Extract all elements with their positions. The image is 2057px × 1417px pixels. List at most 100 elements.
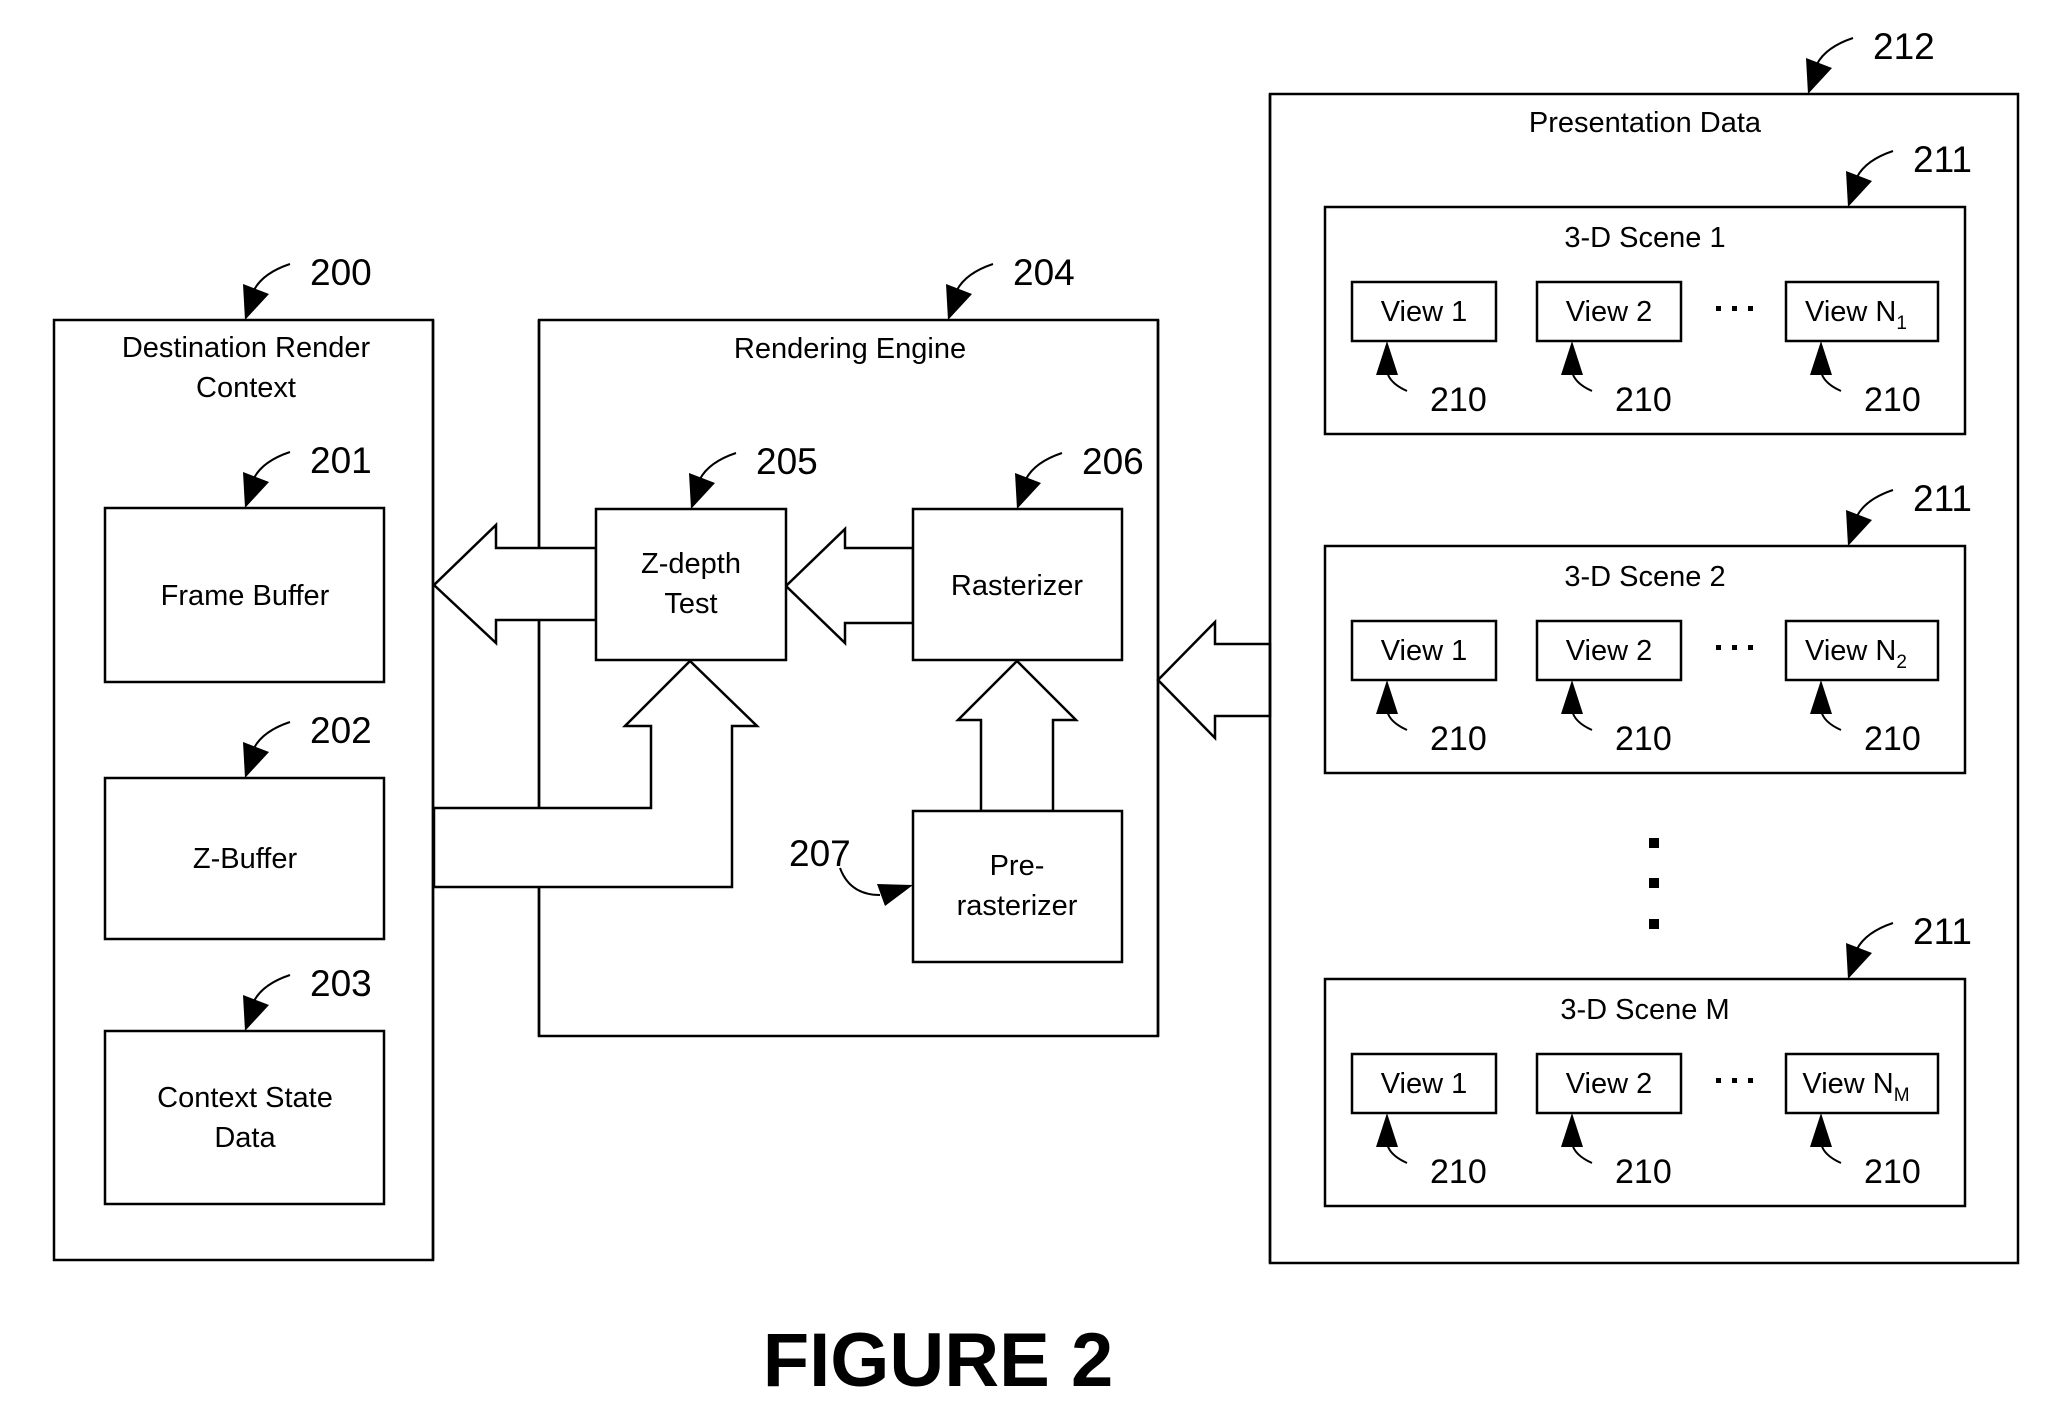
view-ref-number: 210 [1864, 720, 1921, 758]
scene-1: 3-D Scene 1 View 1 210 View 2 210 View N1 210 [1323, 205, 1967, 436]
rendering-engine-title: Rendering Engine [734, 333, 966, 365]
horizontal-ellipsis-dot [1716, 645, 1721, 650]
pre-rasterizer-box [911, 809, 1124, 964]
frame-buffer: Frame Buffer [103, 506, 386, 684]
pre-rasterizer-label-line2: rasterizer [957, 890, 1078, 922]
context-state-data: Context State Data [103, 1029, 386, 1206]
view-label: View 2 [1566, 296, 1653, 328]
view-label-text: View N [1805, 635, 1896, 667]
arrow-presentation-to-engine [1156, 618, 1272, 742]
z-depth-test-label-line1: Z-depth [641, 548, 741, 580]
presentation-data-title: Presentation Data [1529, 107, 1762, 139]
pointer-arrowhead-icon [1846, 171, 1872, 207]
view-label-text: View 1 [1381, 1068, 1468, 1100]
reference-number: 211 [1913, 911, 1972, 952]
view-subscript: M [1894, 1085, 1910, 1106]
context-state-data-box [103, 1029, 386, 1206]
view-label: View 2 [1566, 1068, 1653, 1100]
view-ref-number: 210 [1615, 1153, 1672, 1191]
view-subscript: 2 [1896, 652, 1907, 673]
pointer-arrowhead-icon [946, 284, 972, 320]
reference-number: 202 [310, 710, 372, 751]
destination-render-context-title-line1: Destination Render [122, 332, 371, 364]
scene-title: 3-D Scene 1 [1564, 222, 1725, 254]
pointer-leader [1856, 922, 1894, 950]
view-subscript: 1 [1896, 313, 1907, 334]
scene-title: 3-D Scene M [1560, 994, 1729, 1026]
scenes-group: 3-D Scene 1View 1210View 2210View N12103… [1323, 205, 1967, 1208]
frame-buffer-label: Frame Buffer [161, 580, 330, 612]
reference-pointer: 200 [243, 252, 372, 320]
rasterizer-label: Rasterizer [951, 570, 1083, 602]
reference-number: 211 [1913, 139, 1972, 180]
horizontal-ellipsis-dot [1732, 306, 1737, 311]
scene-title: 3-D Scene 2 [1564, 561, 1725, 593]
horizontal-ellipsis-dot [1748, 306, 1753, 311]
pointer-arrowhead-icon [1846, 943, 1872, 979]
figure-caption: FIGURE 2 [763, 1318, 1114, 1403]
view-label-text: View 2 [1566, 296, 1653, 328]
view-label-text: View N [1805, 296, 1896, 328]
reference-number: 200 [310, 252, 372, 293]
pointer-arrowhead-icon [1806, 58, 1832, 94]
horizontal-ellipsis-dot [1732, 645, 1737, 650]
horizontal-ellipsis-dot [1716, 1078, 1721, 1083]
reference-number: 205 [756, 441, 818, 482]
pointer-arrowhead-icon [243, 284, 269, 320]
view-label: View 2 [1566, 635, 1653, 667]
reference-pointer: 211 [1846, 478, 1972, 546]
z-buffer-label: Z-Buffer [193, 843, 298, 875]
figure-2-diagram: Destination Render Context Frame Buffer … [52, 26, 2020, 1403]
horizontal-ellipsis-dot [1748, 645, 1753, 650]
scene-2: 3-D Scene 2 View 1 210 View 2 210 View N2 210 [1323, 544, 1967, 775]
pointer-leader [1856, 150, 1894, 178]
context-state-data-label-line2: Data [214, 1122, 276, 1154]
horizontal-ellipsis-dot [1748, 1078, 1753, 1083]
view-label-text: View 1 [1381, 635, 1468, 667]
view-ref-number: 210 [1615, 381, 1672, 419]
pointer-leader [956, 263, 994, 291]
z-buffer: Z-Buffer [103, 776, 386, 941]
z-depth-test-label-line2: Test [664, 588, 717, 620]
presentation-data: Presentation Data 3-D Scene 1 View 1 210 Vi… [1268, 92, 2020, 1265]
horizontal-ellipsis-dot [1732, 1078, 1737, 1083]
view-label-text: View 2 [1566, 635, 1653, 667]
destination-render-context-title-line2: Context [196, 372, 296, 404]
view-label-text: View N [1802, 1068, 1893, 1100]
view-ref-number: 210 [1430, 381, 1487, 419]
reference-pointer: 204 [946, 252, 1075, 320]
view-label: View 1 [1381, 635, 1468, 667]
scene-3: 3-D Scene M View 1 210 View 2 210 View NM 210 [1323, 977, 1967, 1208]
reference-number: 211 [1913, 478, 1972, 519]
vertical-ellipsis-dot [1649, 919, 1659, 929]
view-ref-number: 210 [1864, 381, 1921, 419]
z-depth-test: Z-depth Test [594, 507, 788, 662]
context-state-data-label-line1: Context State [157, 1082, 333, 1114]
reference-number: 204 [1013, 252, 1075, 293]
reference-number: 206 [1082, 441, 1144, 482]
reference-pointer: 212 [1806, 26, 1935, 94]
view-ref-number: 210 [1430, 720, 1487, 758]
reference-number: 201 [310, 440, 372, 481]
reference-number: 203 [310, 963, 372, 1004]
destination-render-context: Destination Render Context Frame Buffer … [52, 318, 435, 1262]
reference-pointer: 211 [1846, 911, 1972, 979]
view-label-text: View 2 [1566, 1068, 1653, 1100]
pointer-leader [1816, 37, 1854, 65]
reference-number: 212 [1873, 26, 1935, 67]
rasterizer: Rasterizer [911, 507, 1124, 662]
view-label: View 1 [1381, 1068, 1468, 1100]
view-ref-number: 210 [1615, 720, 1672, 758]
pointer-leader [253, 263, 291, 291]
view-label: View 1 [1381, 296, 1468, 328]
vertical-ellipsis-dot [1649, 878, 1659, 888]
view-ref-number: 210 [1430, 1153, 1487, 1191]
reference-pointer: 211 [1846, 139, 1972, 207]
view-label-text: View 1 [1381, 296, 1468, 328]
pre-rasterizer-label-line1: Pre- [990, 850, 1045, 882]
horizontal-ellipsis-dot [1716, 306, 1721, 311]
view-ref-number: 210 [1864, 1153, 1921, 1191]
z-depth-test-box [594, 507, 788, 662]
pointer-arrowhead-icon [1846, 510, 1872, 546]
reference-number: 207 [789, 833, 851, 874]
